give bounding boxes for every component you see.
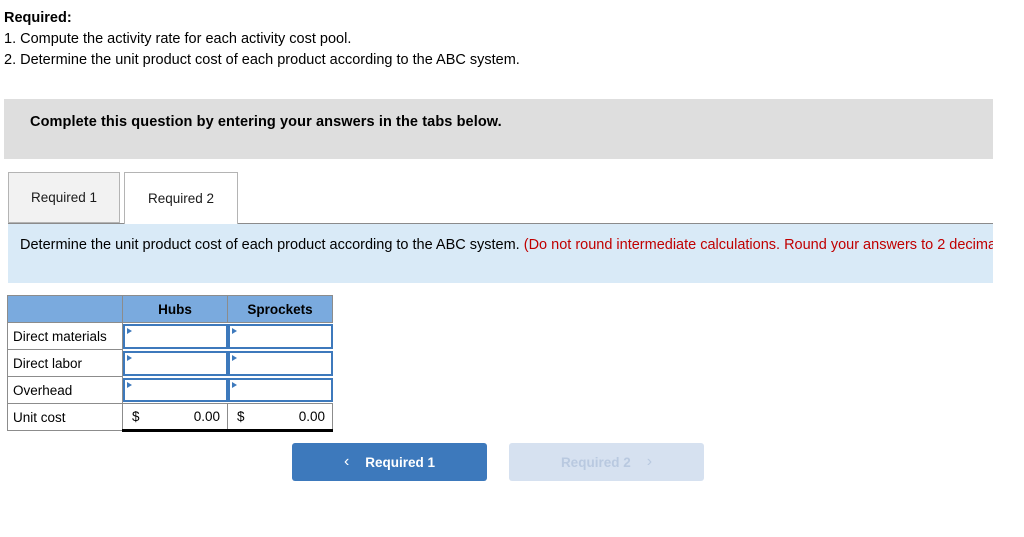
tab-required-2-label: Required 2: [147, 191, 215, 206]
currency-symbol: $: [132, 409, 140, 424]
input-direct-materials-sprockets[interactable]: [227, 322, 333, 350]
column-header-hubs: Hubs: [122, 295, 228, 323]
row-label-overhead: Overhead: [7, 376, 123, 404]
cell-marker-icon: [231, 354, 237, 361]
row-label-direct-labor: Direct labor: [7, 349, 123, 377]
value-text: 0.00: [298, 409, 325, 424]
row-label-direct-materials: Direct materials: [7, 322, 123, 350]
instruction-text: Determine the unit product cost of each …: [20, 234, 993, 256]
instruction-text-red: (Do not round intermediate calculations.…: [523, 237, 993, 253]
question-banner-text: Complete this question by entering your …: [30, 114, 502, 130]
value-unit-cost-hubs: $ 0.00: [122, 403, 228, 432]
chevron-left-icon: ‹: [343, 453, 350, 470]
input-overhead-hubs[interactable]: [122, 376, 228, 404]
instruction-panel: Determine the unit product cost of each …: [8, 223, 993, 283]
tab-required-2[interactable]: Required 2: [124, 172, 238, 224]
prev-button-label: Required 1: [365, 454, 436, 470]
input-overhead-sprockets[interactable]: [227, 376, 333, 404]
table-header-row: Hubs Sprockets: [7, 295, 333, 323]
next-button-label: Required 2: [560, 454, 631, 470]
required-item-2: 2. Determine the unit product cost of ea…: [4, 52, 520, 68]
input-direct-labor-hubs[interactable]: [122, 349, 228, 377]
cell-marker-icon: [231, 381, 237, 388]
currency-symbol: $: [237, 409, 245, 424]
input-direct-materials-hubs[interactable]: [122, 322, 228, 350]
next-required-2-button[interactable]: Required 2 ›: [509, 443, 704, 481]
value-unit-cost-sprockets: $ 0.00: [227, 403, 333, 432]
tab-strip: Required 1 Required 2: [0, 172, 1024, 224]
input-box[interactable]: [227, 350, 333, 376]
table-row-total: Unit cost $ 0.00 $ 0.00: [7, 403, 333, 432]
table-row: Direct labor: [7, 349, 333, 377]
required-prompt: Required: 1. Compute the activity rate f…: [0, 0, 1024, 71]
input-direct-labor-sprockets[interactable]: [227, 349, 333, 377]
table-row: Overhead: [7, 376, 333, 404]
required-item-1: 1. Compute the activity rate for each ac…: [4, 31, 352, 47]
table-row: Direct materials: [7, 322, 333, 350]
active-tab-join: [125, 221, 237, 224]
table-corner-cell: [7, 295, 123, 323]
tab-required-1-label: Required 1: [30, 190, 98, 205]
tab-required-1[interactable]: Required 1: [8, 172, 120, 223]
instruction-text-black: Determine the unit product cost of each …: [20, 237, 524, 253]
cell-marker-icon: [127, 381, 132, 388]
input-box[interactable]: [227, 324, 333, 349]
chevron-right-icon: ›: [646, 453, 653, 470]
input-box[interactable]: [123, 377, 228, 402]
cell-marker-icon: [127, 354, 132, 361]
required-heading: Required:: [4, 10, 72, 26]
input-box[interactable]: [123, 324, 228, 349]
cell-marker-icon: [127, 328, 132, 334]
column-header-sprockets: Sprockets: [227, 295, 333, 323]
input-box[interactable]: [123, 350, 228, 376]
value-text: 0.00: [193, 409, 220, 424]
input-box[interactable]: [227, 377, 333, 402]
question-banner: Complete this question by entering your …: [4, 99, 993, 159]
navigation-bar: ‹ Required 1 Required 2 ›: [0, 443, 1024, 481]
cell-marker-icon: [231, 328, 237, 334]
table-head: Hubs Sprockets: [7, 295, 333, 323]
prev-required-1-button[interactable]: ‹ Required 1: [292, 443, 487, 481]
unit-cost-table: Hubs Sprockets Direct materials Direct l…: [7, 295, 333, 432]
row-label-unit-cost: Unit cost: [7, 403, 123, 431]
table-body: Direct materials Direct labor Overhead U…: [7, 322, 333, 432]
